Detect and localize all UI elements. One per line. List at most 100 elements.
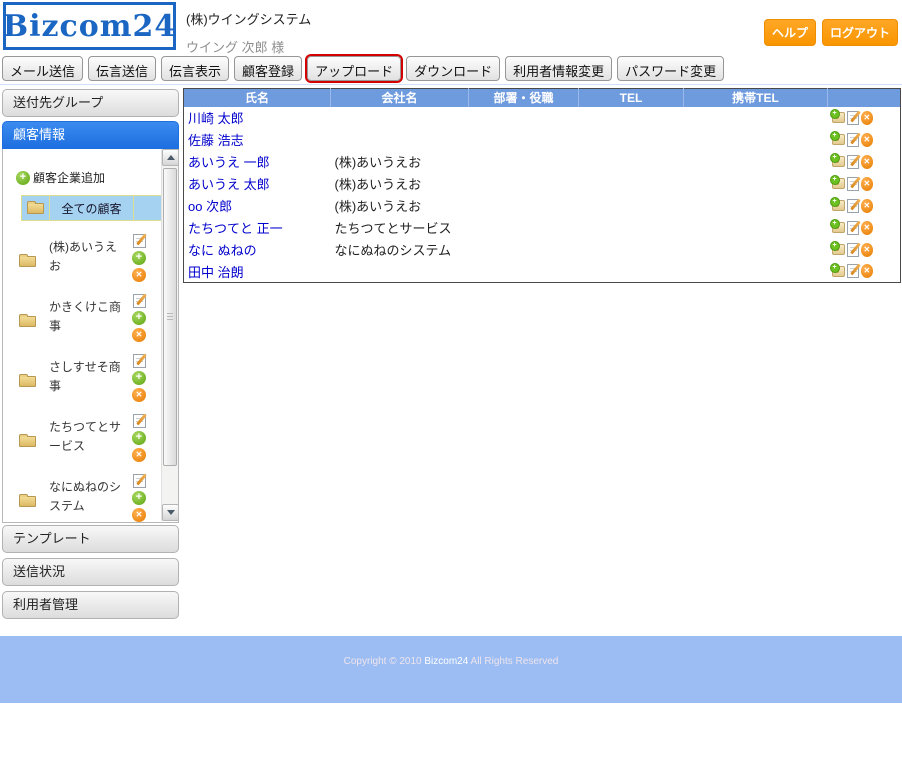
- edit-icon[interactable]: [847, 199, 859, 213]
- add-icon: [16, 171, 30, 185]
- help-button[interactable]: ヘルプ: [764, 19, 816, 46]
- tree-item-all-customers[interactable]: 全ての顧客: [21, 195, 164, 221]
- edit-icon[interactable]: [847, 221, 859, 235]
- sidebar-item-template[interactable]: テンプレート: [2, 525, 179, 553]
- tree-item-label[interactable]: なにぬねのシステム: [49, 478, 121, 516]
- delete-icon[interactable]: [132, 268, 146, 282]
- tree-item-label[interactable]: さしすせそ商事: [49, 358, 121, 396]
- table-row: 川崎 太郎: [184, 107, 901, 129]
- customer-name-link[interactable]: 田中 治朗: [184, 261, 331, 283]
- table-row: 田中 治朗: [184, 261, 901, 283]
- edit-icon[interactable]: [133, 354, 146, 368]
- tree-scrollbar[interactable]: [161, 149, 178, 521]
- customer-mobile: [684, 129, 828, 151]
- add-company-label: 顧客企業追加: [33, 169, 105, 186]
- all-customers-label[interactable]: 全ての顧客: [49, 196, 133, 220]
- column-header-department: 部署・役職: [469, 89, 579, 107]
- scroll-up-button[interactable]: [162, 149, 179, 166]
- folder-icon: [19, 376, 36, 387]
- add-icon[interactable]: [132, 251, 146, 265]
- bizcom24-logo[interactable]: Bizcom24: [3, 2, 176, 50]
- sidebar-item-send-groups[interactable]: 送付先グループ: [2, 89, 179, 117]
- edit-icon[interactable]: [133, 234, 146, 248]
- row-actions: [828, 129, 901, 151]
- edit-icon[interactable]: [847, 133, 859, 147]
- customer-tel: [579, 173, 684, 195]
- edit-icon[interactable]: [133, 474, 146, 488]
- add-company-link[interactable]: 顧客企業追加: [16, 169, 105, 186]
- delete-icon[interactable]: [861, 133, 873, 147]
- customer-mobile: [684, 151, 828, 173]
- row-actions: [828, 217, 901, 239]
- tab-password-change[interactable]: パスワード変更: [617, 56, 724, 81]
- edit-icon[interactable]: [133, 294, 146, 308]
- edit-icon[interactable]: [847, 155, 859, 169]
- tree-item-label[interactable]: たちつてとサービス: [49, 418, 121, 456]
- customer-name-link[interactable]: あいうえ 太郎: [184, 173, 331, 195]
- tree-item-label[interactable]: (株)あいうえお: [49, 238, 121, 276]
- delete-icon[interactable]: [132, 448, 146, 462]
- edit-icon[interactable]: [847, 243, 859, 257]
- delete-icon[interactable]: [132, 328, 146, 342]
- tab-message-view[interactable]: 伝言表示: [161, 56, 229, 81]
- tab-upload[interactable]: アップロード: [307, 56, 401, 81]
- tree-item-actions: [132, 294, 146, 342]
- vcard-add-icon[interactable]: [832, 178, 845, 189]
- add-icon[interactable]: [132, 491, 146, 505]
- delete-icon[interactable]: [861, 199, 873, 213]
- delete-icon[interactable]: [861, 264, 873, 278]
- edit-icon[interactable]: [847, 177, 859, 191]
- arrow-up-icon: [167, 155, 175, 160]
- add-icon[interactable]: [132, 431, 146, 445]
- tab-message-send[interactable]: 伝言送信: [88, 56, 156, 81]
- tab-download[interactable]: ダウンロード: [406, 56, 500, 81]
- vcard-add-icon[interactable]: [832, 112, 845, 123]
- customer-name-link[interactable]: なに ぬねの: [184, 239, 331, 261]
- delete-icon[interactable]: [861, 111, 873, 125]
- add-icon[interactable]: [132, 311, 146, 325]
- session-buttons: ヘルプ ログアウト: [764, 19, 898, 46]
- delete-icon[interactable]: [861, 155, 873, 169]
- sidebar-item-customer-info[interactable]: 顧客情報: [2, 121, 179, 149]
- customer-mobile: [684, 261, 828, 283]
- customer-name-link[interactable]: oo 次郎: [184, 195, 331, 217]
- tab-mail-send[interactable]: メール送信: [2, 56, 83, 81]
- customer-name-link[interactable]: 川崎 太郎: [184, 107, 331, 129]
- customer-company: (株)あいうえお: [331, 151, 469, 173]
- edit-icon[interactable]: [133, 414, 146, 428]
- delete-icon[interactable]: [132, 388, 146, 402]
- add-icon[interactable]: [132, 371, 146, 385]
- tree-item-label[interactable]: かきくけこ商事: [49, 298, 121, 336]
- scrollbar-thumb[interactable]: [163, 168, 177, 466]
- delete-icon[interactable]: [861, 243, 873, 257]
- delete-icon[interactable]: [861, 221, 873, 235]
- vcard-add-icon[interactable]: [832, 134, 845, 145]
- sidebar-item-send-status[interactable]: 送信状況: [2, 558, 179, 586]
- row-actions: [828, 261, 901, 283]
- sidebar-item-user-management[interactable]: 利用者管理: [2, 591, 179, 619]
- table-row: あいうえ 太郎 (株)あいうえお: [184, 173, 901, 195]
- customer-name-link[interactable]: 佐藤 浩志: [184, 129, 331, 151]
- scroll-down-button[interactable]: [162, 504, 179, 521]
- customer-department: [469, 107, 579, 129]
- edit-icon[interactable]: [847, 111, 859, 125]
- customer-department: [469, 129, 579, 151]
- tab-customer-register[interactable]: 顧客登録: [234, 56, 302, 81]
- table-row: なに ぬねの なにぬねのシステム: [184, 239, 901, 261]
- customer-department: [469, 195, 579, 217]
- tab-user-info-change[interactable]: 利用者情報変更: [505, 56, 612, 81]
- vcard-add-icon[interactable]: [832, 156, 845, 167]
- customer-tel: [579, 217, 684, 239]
- vcard-add-icon[interactable]: [832, 222, 845, 233]
- edit-icon[interactable]: [847, 264, 859, 278]
- vcard-add-icon[interactable]: [832, 200, 845, 211]
- customer-name-link[interactable]: あいうえ 一郎: [184, 151, 331, 173]
- delete-icon[interactable]: [132, 508, 146, 522]
- logout-button[interactable]: ログアウト: [822, 19, 898, 46]
- vcard-add-icon[interactable]: [832, 244, 845, 255]
- table-row: oo 次郎 (株)あいうえお: [184, 195, 901, 217]
- customer-name-link[interactable]: たちつてと 正一: [184, 217, 331, 239]
- delete-icon[interactable]: [861, 177, 873, 191]
- vcard-add-icon[interactable]: [832, 266, 845, 277]
- copyright-suffix: All Rights Reserved: [471, 656, 559, 667]
